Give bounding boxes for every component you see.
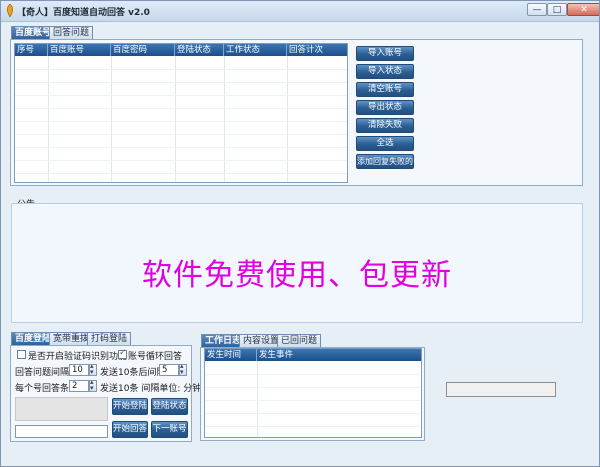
grid-line [111, 56, 112, 182]
app-icon [6, 4, 14, 17]
loop-accounts-label: 账号循环回答 [128, 352, 183, 362]
grid-row-line [15, 95, 347, 96]
main-window: 【奇人】百度知道自动回答 v2.0 — □ ✕ 百度账号 回答问题 序号 百度账… [0, 0, 600, 467]
add-reply-failed-button[interactable]: 添加回复失败的 [356, 154, 414, 169]
select-all-button[interactable]: 全选 [356, 136, 414, 151]
per-account-input[interactable]: 2 [69, 380, 89, 392]
after-ten-interval-stepper[interactable] [179, 362, 187, 376]
start-login-button[interactable]: 开始登陆 [112, 398, 148, 415]
after-ten-interval-input[interactable]: 5 [159, 364, 179, 376]
captcha-checkbox[interactable] [17, 350, 26, 359]
col-header-time[interactable]: 发生时间 [205, 349, 257, 361]
grid-line [287, 56, 288, 182]
tab-captcha-login[interactable]: 打码登陆 [87, 332, 132, 346]
col-header-work-status[interactable]: 工作状态 [224, 44, 287, 56]
grid-row-line [15, 147, 347, 148]
tab-answered-questions[interactable]: 已回问题 [277, 334, 322, 348]
log-table-header: 发生时间 发生事件 [205, 349, 421, 361]
captcha-image-area [15, 397, 108, 421]
captcha-checkbox-label: 是否开启验证码识别功能 [28, 352, 128, 362]
grid-row-line [15, 173, 347, 174]
notice-panel: 软件免费使用、包更新 [11, 203, 583, 323]
grid-row-line [15, 82, 347, 83]
col-header-index[interactable]: 序号 [15, 44, 48, 56]
notice-text: 软件免费使用、包更新 [142, 258, 452, 293]
answer-interval-label: 回答问题间隔: [15, 368, 73, 378]
col-header-answer-count[interactable]: 回答计次 [287, 44, 347, 56]
loop-accounts-checkbox[interactable] [118, 348, 127, 359]
import-status-button[interactable]: 导入状态 [356, 64, 414, 79]
accounts-table[interactable]: 序号 百度账号 百度密码 登陆状态 工作状态 回答计次 [14, 43, 348, 183]
unit-label: 发送10条 间隔单位: 分钟 [100, 384, 202, 394]
next-account-button[interactable]: 下一账号 [151, 421, 188, 438]
tab-answer-questions[interactable]: 回答问题 [49, 26, 94, 40]
col-header-login-status[interactable]: 登陆状态 [175, 44, 224, 56]
clear-failed-button[interactable]: 清除失败 [356, 118, 414, 133]
log-table[interactable]: 发生时间 发生事件 [204, 348, 422, 438]
accounts-table-header: 序号 百度账号 百度密码 登陆状态 工作状态 回答计次 [15, 44, 347, 56]
grid-row-line [15, 134, 347, 135]
col-header-event[interactable]: 发生事件 [257, 349, 421, 361]
grid-row-line [15, 108, 347, 109]
grid-row-line [205, 387, 421, 388]
grid-row-line [15, 121, 347, 122]
log-panel: 发生时间 发生事件 [200, 347, 425, 441]
close-button[interactable]: ✕ [567, 3, 599, 16]
col-header-password[interactable]: 百度密码 [111, 44, 175, 56]
grid-line [224, 56, 225, 182]
clear-accounts-button[interactable]: 清空账号 [356, 82, 414, 97]
accounts-panel: 序号 百度账号 百度密码 登陆状态 工作状态 回答计次 导入账号 导入状态 清空… [10, 39, 583, 186]
settings-panel: 是否开启验证码识别功能 账号循环回答 回答问题间隔: 10 发送10条后间隔: … [10, 345, 201, 442]
maximize-button[interactable]: □ [547, 3, 567, 16]
status-field [446, 382, 556, 397]
grid-line [175, 56, 176, 182]
title-bar[interactable]: 【奇人】百度知道自动回答 v2.0 — □ ✕ [1, 1, 599, 22]
grid-row-line [205, 413, 421, 414]
col-header-account[interactable]: 百度账号 [48, 44, 111, 56]
per-account-label: 每个号回答条: [15, 384, 73, 394]
login-status-button[interactable]: 登陆状态 [151, 398, 188, 415]
import-accounts-button[interactable]: 导入账号 [356, 46, 414, 61]
grid-row-line [205, 400, 421, 401]
captcha-input[interactable] [15, 425, 108, 438]
window-title: 【奇人】百度知道自动回答 v2.0 [17, 8, 150, 18]
answer-interval-input[interactable]: 10 [69, 364, 89, 376]
grid-line [48, 56, 49, 182]
grid-row-line [205, 374, 421, 375]
start-answer-button[interactable]: 开始回答 [112, 421, 148, 438]
per-account-stepper[interactable] [89, 378, 97, 392]
grid-row-line [15, 160, 347, 161]
grid-row-line [15, 69, 347, 70]
export-status-button[interactable]: 导出状态 [356, 100, 414, 115]
minimize-button[interactable]: — [527, 3, 547, 16]
grid-row-line [205, 426, 421, 427]
answer-interval-stepper[interactable] [89, 362, 97, 376]
